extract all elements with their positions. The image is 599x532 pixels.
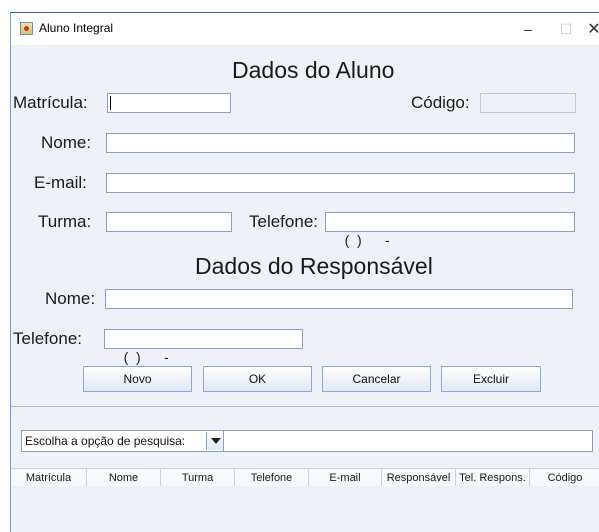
search-option-label: Escolha a opção de pesquisa: (25, 434, 186, 448)
col-nome[interactable]: Nome (87, 469, 161, 486)
ok-button[interactable]: OK (203, 366, 312, 392)
telefone-value: ( ) - (344, 232, 390, 248)
codigo-label: Código: (411, 93, 470, 112)
responsavel-telefone-value: ( ) - (123, 349, 169, 365)
telefone-label: Telefone: (249, 212, 318, 231)
results-table-body[interactable] (11, 486, 599, 532)
novo-button[interactable]: Novo (83, 366, 192, 392)
col-matricula[interactable]: Matrícula (11, 469, 87, 486)
java-app-icon (20, 22, 33, 35)
aluno-section-heading: Dados do Aluno (232, 57, 395, 83)
codigo-field (480, 93, 576, 113)
col-tel-respons[interactable]: Tel. Respons. (456, 469, 530, 486)
col-codigo[interactable]: Código (530, 469, 599, 486)
responsavel-telefone-field[interactable]: ( ) - (104, 329, 303, 365)
responsavel-section-heading: Dados do Responsável (195, 253, 433, 279)
col-responsavel[interactable]: Responsável (382, 469, 456, 486)
turma-field[interactable] (106, 212, 232, 232)
title-bar: Aluno Integral – ☐ ✕ (11, 13, 599, 45)
section-divider (11, 406, 599, 407)
responsavel-nome-label: Nome: (45, 289, 96, 308)
turma-label: Turma: (38, 212, 92, 231)
cancelar-button[interactable]: Cancelar (322, 366, 431, 392)
search-option-combo[interactable]: Escolha a opção de pesquisa: (21, 430, 227, 452)
col-telefone[interactable]: Telefone (235, 469, 309, 486)
nome-field[interactable] (106, 133, 575, 153)
responsavel-nome-field[interactable] (105, 289, 573, 309)
responsavel-telefone-label: Telefone: (13, 329, 82, 348)
telefone-field[interactable]: ( ) - (325, 212, 575, 248)
results-table-header: Matrícula Nome Turma Telefone E-mail Res… (11, 468, 599, 487)
matricula-field[interactable] (107, 93, 231, 113)
excluir-button[interactable]: Excluir (441, 366, 541, 392)
text-caret (110, 96, 111, 110)
col-email[interactable]: E-mail (309, 469, 382, 486)
nome-label: Nome: (41, 133, 92, 152)
close-button[interactable]: ✕ (571, 13, 599, 45)
search-input[interactable] (223, 430, 593, 452)
window-title: Aluno Integral (39, 21, 114, 35)
matricula-label: Matrícula: (13, 93, 88, 112)
col-turma[interactable]: Turma (161, 469, 235, 486)
email-field[interactable] (106, 173, 575, 193)
email-label: E-mail: (34, 173, 87, 192)
main-window: Aluno Integral – ☐ ✕ Dados do Aluno Matr… (10, 12, 599, 532)
